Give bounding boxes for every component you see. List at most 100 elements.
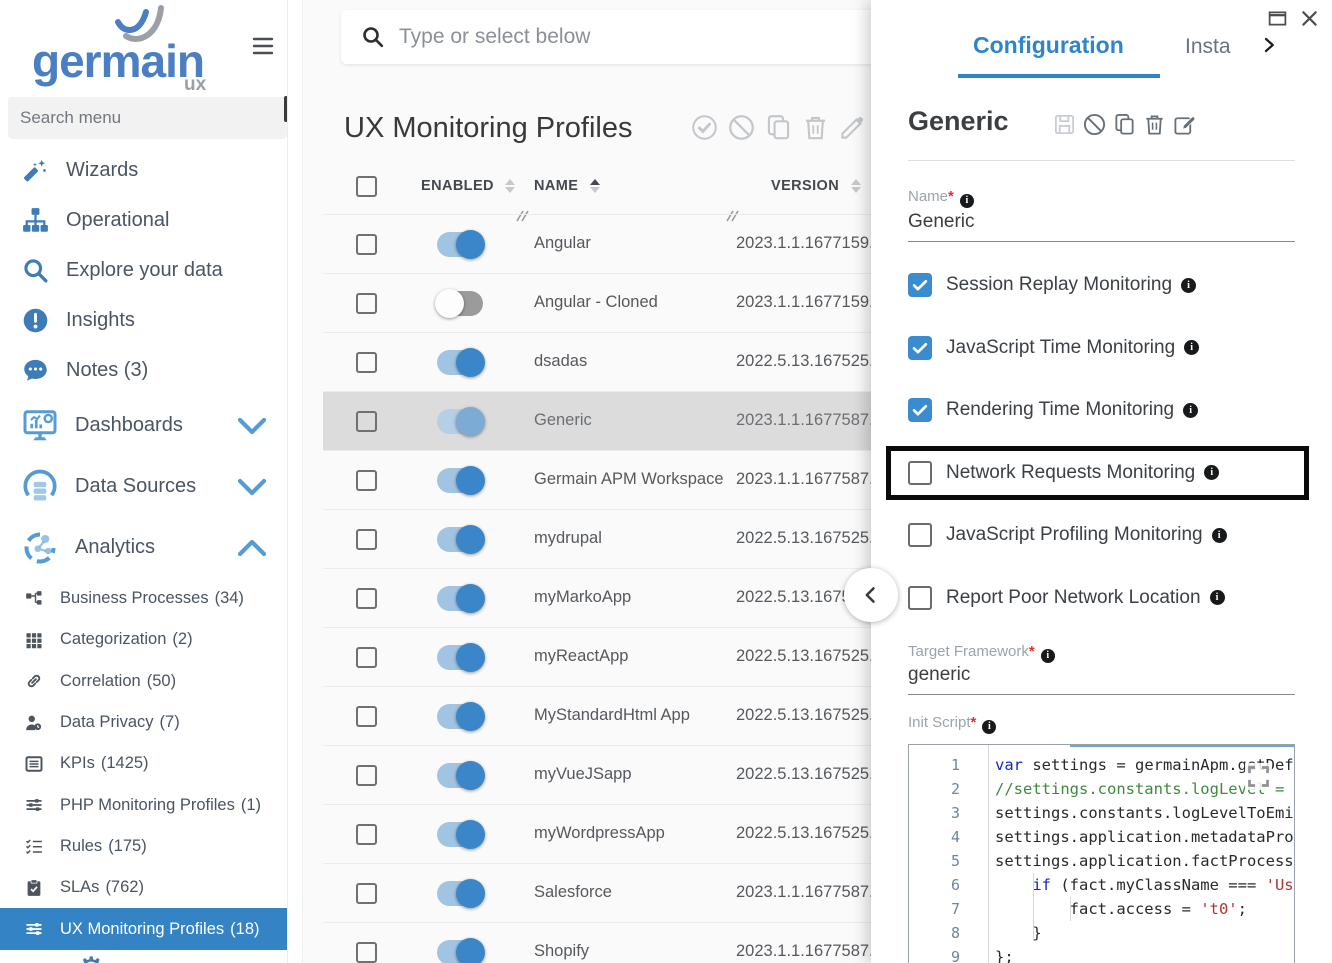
- target-framework-field[interactable]: generic: [908, 664, 970, 686]
- sidebar-item-data-sources[interactable]: Data Sources: [0, 456, 288, 517]
- name-field[interactable]: Generic: [908, 211, 975, 233]
- sidebar-item-dashboards[interactable]: Dashboards: [0, 395, 288, 456]
- delete-icon[interactable]: [1143, 113, 1166, 136]
- maximize-icon[interactable]: [1267, 8, 1288, 29]
- table-row[interactable]: myMarkoApp2022.5.13.167525.: [323, 568, 871, 627]
- chevron-down-icon[interactable]: [234, 408, 270, 444]
- row-checkbox[interactable]: [356, 352, 377, 373]
- info-icon[interactable]: i: [982, 720, 996, 734]
- approve-icon[interactable]: [691, 114, 718, 141]
- sidebar-item-explore-your-data[interactable]: Explore your data: [0, 245, 288, 295]
- table-row[interactable]: Germain APM Workspace2023.1.1.1677587.: [323, 450, 871, 509]
- sidebar-item-ux-monitoring-profiles[interactable]: UX Monitoring Profiles(18): [0, 908, 288, 949]
- checkbox-rendering-time-monitoring[interactable]: [908, 398, 932, 422]
- sidebar-item-correlation[interactable]: Correlation(50): [0, 661, 288, 702]
- sidebar-search-input[interactable]: [8, 108, 287, 128]
- row-checkbox[interactable]: [356, 470, 377, 491]
- collapse-panel-button[interactable]: [844, 568, 898, 622]
- sidebar-item-categorization[interactable]: Categorization(2): [0, 619, 288, 660]
- copy-icon[interactable]: [765, 114, 792, 141]
- info-icon[interactable]: i: [960, 194, 974, 208]
- row-checkbox[interactable]: [356, 765, 377, 786]
- table-row[interactable]: Angular2023.1.1.1677159.: [323, 214, 871, 273]
- sidebar-scrollbar[interactable]: [284, 96, 288, 122]
- table-row[interactable]: Angular - Cloned2023.1.1.1677159.: [323, 273, 871, 332]
- enabled-toggle[interactable]: [437, 409, 483, 434]
- row-checkbox[interactable]: [356, 529, 377, 550]
- checkbox-javascript-profiling-monitoring[interactable]: [908, 523, 932, 547]
- init-script-editor[interactable]: 123456789 var settings = germainApm.getD…: [908, 744, 1295, 963]
- info-icon[interactable]: i: [1041, 649, 1055, 663]
- checkbox-session-replay-monitoring[interactable]: [908, 273, 932, 297]
- row-checkbox[interactable]: [356, 706, 377, 727]
- row-checkbox[interactable]: [356, 293, 377, 314]
- table-row[interactable]: myVueJSapp2022.5.13.167525.: [323, 745, 871, 804]
- edit-icon[interactable]: [839, 114, 866, 141]
- disable-icon[interactable]: [728, 114, 755, 141]
- sidebar-item-slas[interactable]: SLAs(762): [0, 867, 288, 908]
- enabled-toggle[interactable]: [437, 232, 483, 257]
- row-checkbox[interactable]: [356, 411, 377, 432]
- enabled-toggle[interactable]: [437, 468, 483, 493]
- hamburger-menu-icon[interactable]: [250, 34, 276, 58]
- chevron-right-icon[interactable]: [1260, 36, 1278, 54]
- sidebar-item-rules[interactable]: Rules(175): [0, 826, 288, 867]
- column-header-name[interactable]: NAME: [534, 178, 600, 194]
- info-icon[interactable]: i: [1184, 340, 1199, 355]
- checkbox-report-poor-network-location[interactable]: [908, 586, 932, 610]
- expand-editor-icon[interactable]: [1245, 763, 1272, 790]
- sidebar-item-php-monitoring-profiles[interactable]: PHP Monitoring Profiles(1): [0, 784, 288, 825]
- sidebar-item-operational[interactable]: Operational: [0, 195, 288, 245]
- sidebar-item-data-privacy[interactable]: Data Privacy(7): [0, 702, 288, 743]
- enabled-toggle[interactable]: [437, 586, 483, 611]
- select-all-checkbox[interactable]: [356, 176, 377, 197]
- enabled-toggle[interactable]: [437, 881, 483, 906]
- sidebar-item-analytics[interactable]: Analytics: [0, 517, 288, 578]
- chevron-down-icon[interactable]: [234, 469, 270, 505]
- table-row[interactable]: Shopify2023.1.1.1677587.: [323, 922, 871, 963]
- info-icon[interactable]: i: [1210, 590, 1225, 605]
- tab-installation[interactable]: Insta: [1185, 35, 1247, 59]
- table-row[interactable]: dsadas2022.5.13.167525.: [323, 332, 871, 391]
- row-checkbox[interactable]: [356, 647, 377, 668]
- enabled-toggle[interactable]: [437, 645, 483, 670]
- main-search-input[interactable]: [399, 25, 871, 49]
- enabled-toggle[interactable]: [437, 527, 483, 552]
- copy-icon[interactable]: [1113, 113, 1136, 136]
- table-row[interactable]: myReactApp2022.5.13.167525.: [323, 627, 871, 686]
- row-checkbox[interactable]: [356, 234, 377, 255]
- disable-icon[interactable]: [1083, 113, 1106, 136]
- column-header-version[interactable]: VERSION: [771, 178, 861, 194]
- checkbox-network-requests-monitoring[interactable]: [908, 461, 932, 485]
- close-icon[interactable]: [1299, 8, 1320, 29]
- info-icon[interactable]: i: [1212, 528, 1227, 543]
- enabled-toggle[interactable]: [437, 350, 483, 375]
- enabled-toggle[interactable]: [437, 291, 483, 316]
- row-checkbox[interactable]: [356, 824, 377, 845]
- sidebar-item-wizards[interactable]: Wizards: [0, 145, 288, 195]
- row-checkbox[interactable]: [356, 883, 377, 904]
- enabled-toggle[interactable]: [437, 763, 483, 788]
- sidebar-item-notes-3[interactable]: Notes (3): [0, 345, 288, 395]
- chevron-up-icon[interactable]: [234, 530, 270, 566]
- edit-icon[interactable]: [1173, 113, 1196, 136]
- table-row[interactable]: MyStandardHtml App2022.5.13.167525.: [323, 686, 871, 745]
- enabled-toggle[interactable]: [437, 822, 483, 847]
- checkbox-javascript-time-monitoring[interactable]: [908, 336, 932, 360]
- save-icon[interactable]: [1053, 113, 1076, 136]
- sidebar-item-business-processes[interactable]: Business Processes(34): [0, 578, 288, 619]
- sidebar-item-kpis[interactable]: KPIs(1425): [0, 743, 288, 784]
- sidebar-item-insights[interactable]: Insights: [0, 295, 288, 345]
- column-header-enabled[interactable]: ENABLED: [421, 178, 515, 194]
- delete-icon[interactable]: [802, 114, 829, 141]
- info-icon[interactable]: i: [1181, 278, 1196, 293]
- info-icon[interactable]: i: [1204, 465, 1219, 480]
- row-checkbox[interactable]: [356, 588, 377, 609]
- table-row[interactable]: Generic2023.1.1.1677587.: [323, 391, 871, 450]
- info-icon[interactable]: i: [1183, 403, 1198, 418]
- tab-configuration[interactable]: Configuration: [973, 32, 1124, 59]
- table-row[interactable]: myWordpressApp2022.5.13.167525.: [323, 804, 871, 863]
- enabled-toggle[interactable]: [437, 940, 483, 963]
- row-checkbox[interactable]: [356, 942, 377, 963]
- table-row[interactable]: Salesforce2023.1.1.1677587.: [323, 863, 871, 922]
